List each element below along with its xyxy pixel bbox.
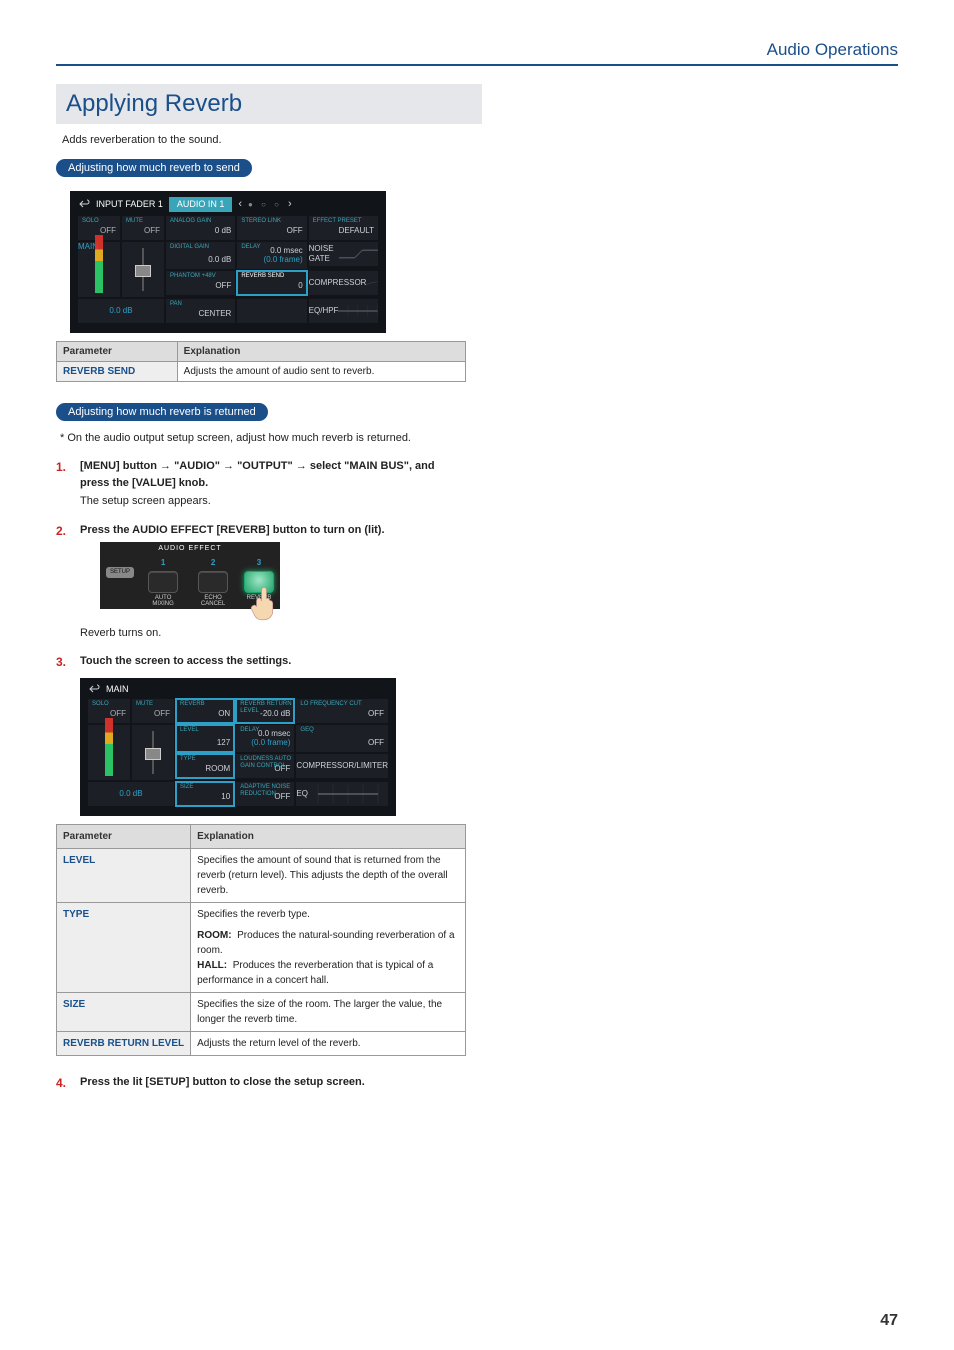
arrow-icon: → [223, 460, 234, 472]
back-icon [78, 199, 90, 209]
screenshot-input-fader: INPUT FADER 1 AUDIO IN 1 ‹ ● ○ ○ › SOLOO… [70, 191, 386, 333]
intro-text: Adds reverberation to the sound. [62, 134, 898, 146]
pill-return: Adjusting how much reverb is returned [56, 403, 268, 421]
step-4: 4. Press the lit [SETUP] button to close… [56, 1074, 466, 1091]
effect-1-button [148, 571, 178, 593]
header-rule [56, 64, 898, 66]
table-row: SIZE Specifies the size of the room. The… [57, 992, 466, 1031]
dots-icon: ● ○ ○ [248, 200, 282, 210]
return-note: * On the audio output setup screen, adju… [60, 431, 466, 446]
page-title: Applying Reverb [56, 84, 482, 124]
step-number: 4. [56, 1074, 66, 1092]
step-1: 1. [MENU] button → "AUDIO" → "OUTPUT" → … [56, 458, 466, 510]
pill-send: Adjusting how much reverb to send [56, 159, 252, 177]
step-2: 2. Press the AUDIO EFFECT [REVERB] butto… [56, 522, 466, 642]
th-param: Parameter [57, 824, 191, 848]
table-return: Parameter Explanation LEVEL Specifies th… [56, 824, 466, 1056]
th-expl: Explanation [191, 824, 466, 848]
table-row: LEVEL Specifies the amount of sound that… [57, 848, 466, 902]
table-row: REVERB SEND Adjusts the amount of audio … [57, 361, 466, 381]
table-row: REVERB RETURN LEVEL Adjusts the return l… [57, 1031, 466, 1055]
step-number: 1. [56, 458, 66, 476]
page-number: 47 [880, 1312, 898, 1330]
step-number: 3. [56, 653, 66, 671]
mock3-title: MAIN [106, 684, 129, 695]
screenshot-main: MAIN SOLOOFF MUTEOFF REVERBON REVERB RET… [80, 678, 396, 816]
arrow-icon: → [296, 460, 307, 472]
step-number: 2. [56, 522, 66, 540]
mock1-accent: AUDIO IN 1 [169, 197, 233, 212]
step-3: 3. Touch the screen to access the settin… [56, 653, 466, 1055]
chevron-right-icon: › [288, 198, 292, 211]
screenshot-audio-effect: AUDIO EFFECT SETUP 1 AUTO MIXING [100, 538, 280, 623]
setup-button: SETUP [106, 567, 134, 578]
back-icon [88, 684, 100, 694]
section-header: Audio Operations [56, 40, 898, 60]
th-param: Parameter [57, 341, 178, 361]
chevron-left-icon: ‹ [238, 198, 242, 211]
th-expl: Explanation [177, 341, 465, 361]
hand-pointer-icon [244, 581, 284, 627]
effect-2-button [198, 571, 228, 593]
mock1-title: INPUT FADER 1 [96, 199, 163, 210]
arrow-icon: → [160, 460, 171, 472]
table-send: Parameter Explanation REVERB SEND Adjust… [56, 341, 466, 382]
table-row: TYPE Specifies the reverb type. ROOM: Pr… [57, 902, 466, 992]
